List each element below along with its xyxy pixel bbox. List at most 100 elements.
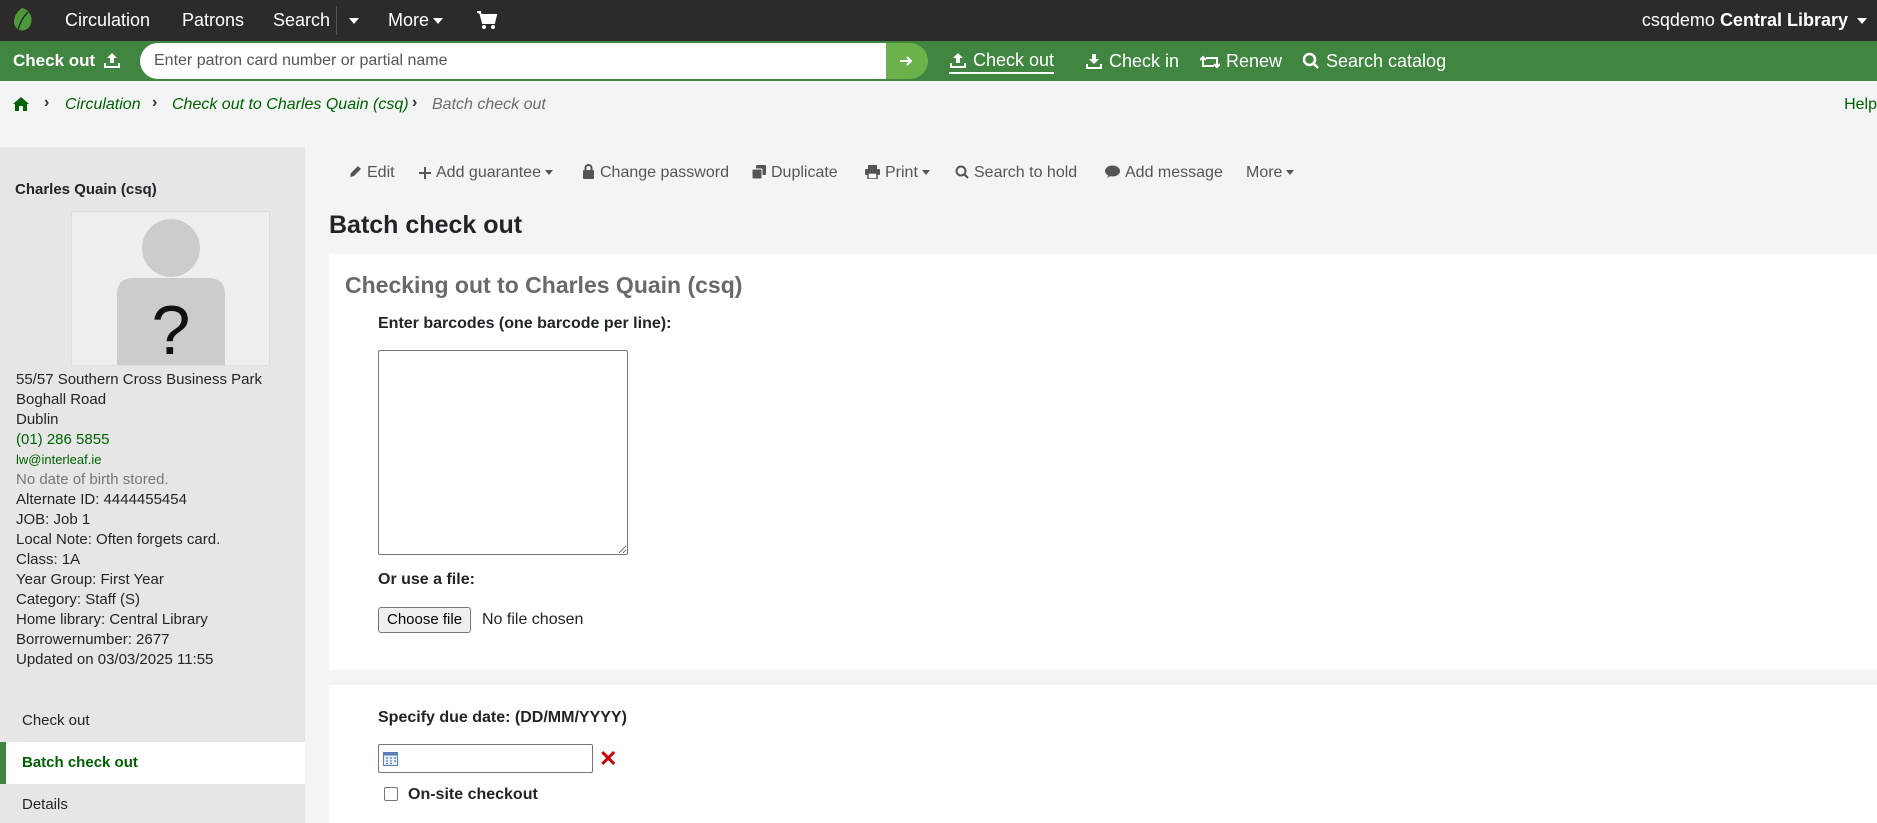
search-to-hold-button[interactable]: Search to hold: [955, 164, 1077, 182]
due-date-input[interactable]: [378, 744, 593, 773]
tool-renew-label: Renew: [1226, 51, 1283, 71]
patron-search-input[interactable]: [154, 43, 874, 79]
onsite-checkout-label[interactable]: On-site checkout: [408, 786, 538, 804]
svg-text:?: ?: [152, 291, 191, 366]
search-icon: [955, 165, 969, 179]
choose-file-button[interactable]: Choose file: [378, 607, 472, 633]
sidebar-item-check-out[interactable]: Check out: [0, 700, 305, 742]
patron-updated: Updated on 03/03/2025 11:55: [16, 651, 214, 668]
comment-icon: [1105, 165, 1120, 178]
tool-search-catalog[interactable]: Search catalog: [1302, 41, 1446, 81]
user-name: csqdemo: [1641, 10, 1715, 30]
search-icon: [1302, 52, 1319, 69]
search-to-hold-label: Search to hold: [974, 164, 1078, 181]
download-icon: [1086, 54, 1102, 69]
sidebar-item-batch-check-out[interactable]: Batch check out: [0, 742, 305, 784]
duplicate-label: Duplicate: [771, 164, 838, 181]
calendar-icon[interactable]: [383, 751, 398, 766]
patron-dob: No date of birth stored.: [16, 471, 169, 488]
patron-email[interactable]: lw@interleaf.ie: [16, 450, 262, 470]
more-label: More: [1246, 164, 1283, 181]
change-password-button[interactable]: Change password: [582, 164, 729, 182]
add-guarantee-button[interactable]: Add guarantee: [419, 164, 553, 182]
patron-sidebar: Charles Quain (csq) ? 55/57 Southern Cro…: [0, 147, 305, 823]
barcodes-textarea[interactable]: [378, 350, 628, 555]
patron-class: Class: 1A: [16, 551, 81, 568]
tool-search-catalog-label: Search catalog: [1326, 51, 1447, 71]
sidebar-menu: Check out Batch check out Details: [0, 700, 305, 823]
checkout-bar-label: Check out: [13, 51, 96, 70]
help-link[interactable]: Help: [1844, 96, 1877, 114]
home-icon[interactable]: [12, 96, 30, 112]
retweet-icon: [1199, 55, 1221, 69]
patron-local-note: Local Note: Often forgets card.: [16, 531, 221, 548]
due-date-label: Specify due date: (DD/MM/YYYY): [378, 709, 627, 726]
plus-icon: [419, 167, 431, 179]
more-button[interactable]: More: [1246, 164, 1295, 182]
patron-city: Dublin: [16, 411, 59, 428]
nav-divider: [336, 6, 337, 35]
chevron-down-icon: [1857, 18, 1867, 25]
arrow-right-icon: [900, 56, 913, 66]
patron-name: Charles Quain (csq): [15, 181, 157, 198]
patron-search-submit-button[interactable]: [886, 43, 928, 79]
patron-phone[interactable]: (01) 286 5855: [16, 430, 262, 450]
breadcrumb-separator: ›: [44, 94, 50, 111]
nav-patrons[interactable]: Patrons: [182, 0, 244, 41]
patron-alt-id: Alternate ID: 4444455454: [16, 491, 187, 508]
add-message-button[interactable]: Add message: [1105, 164, 1223, 182]
chevron-down-icon: [349, 18, 359, 25]
copy-icon: [751, 165, 766, 180]
patron-job: JOB: Job 1: [16, 511, 91, 528]
patron-home-library: Home library: Central Library: [16, 611, 208, 628]
breadcrumb-checkout-patron[interactable]: Check out to Charles Quain (csq): [172, 96, 409, 114]
tool-check-in[interactable]: Check in: [1085, 41, 1179, 81]
edit-label: Edit: [367, 164, 395, 181]
checking-out-heading: Checking out to Charles Quain (csq): [345, 272, 743, 298]
patron-photo[interactable]: ?: [71, 211, 270, 366]
chevron-down-icon: [433, 18, 444, 25]
nav-more[interactable]: More: [388, 0, 444, 41]
onsite-checkout-checkbox[interactable]: [384, 787, 398, 801]
chevron-down-icon: [921, 170, 930, 176]
upload-icon: [950, 53, 966, 68]
nav-circulation[interactable]: Circulation: [65, 0, 150, 41]
clear-date-icon[interactable]: ✕: [599, 744, 617, 773]
change-password-label: Change password: [600, 164, 729, 181]
print-button[interactable]: Print: [865, 164, 930, 182]
due-date-panel: Specify due date: (DD/MM/YYYY) ✕ On-site…: [329, 685, 1877, 823]
nav-more-label: More: [388, 10, 430, 30]
nav-search[interactable]: Search: [273, 0, 330, 41]
chevron-down-icon: [544, 170, 553, 176]
patron-year-group: Year Group: First Year: [16, 571, 164, 588]
tool-check-out-label: Check out: [973, 50, 1055, 70]
patron-address2: Boghall Road: [16, 391, 107, 408]
print-label: Print: [885, 164, 918, 181]
barcodes-panel: Checking out to Charles Quain (csq) Ente…: [329, 254, 1877, 670]
tool-check-out[interactable]: Check out: [949, 41, 1055, 74]
top-navbar: Circulation Patrons Search More csqdemo …: [0, 0, 1877, 41]
unknown-person-icon: ?: [117, 219, 225, 366]
cart-icon[interactable]: [476, 10, 498, 30]
tool-renew[interactable]: Renew: [1199, 41, 1283, 81]
chevron-down-icon: [1286, 170, 1295, 176]
duplicate-button[interactable]: Duplicate: [751, 164, 838, 182]
user-menu[interactable]: csqdemo Central Library: [1642, 0, 1867, 41]
patron-info: 55/57 Southern Cross Business Park Bogha…: [16, 370, 262, 670]
patron-search-wrap: [140, 43, 886, 79]
breadcrumb: › Circulation › Check out to Charles Qua…: [0, 81, 1877, 129]
sidebar-item-details[interactable]: Details: [0, 784, 305, 823]
patron-category: Category: Staff (S): [16, 591, 140, 608]
breadcrumb-separator: ›: [152, 94, 158, 111]
upload-icon: [104, 53, 120, 68]
add-message-label: Add message: [1125, 164, 1223, 181]
patron-address1: 55/57 Southern Cross Business Park: [16, 371, 262, 388]
page-title: Batch check out: [329, 211, 523, 239]
edit-button[interactable]: Edit: [348, 164, 395, 182]
breadcrumb-current: Batch check out: [432, 96, 546, 113]
patron-borrowernumber: Borrowernumber: 2677: [16, 631, 170, 648]
koha-logo-icon[interactable]: [10, 6, 34, 34]
nav-search-dropdown[interactable]: [345, 0, 359, 41]
breadcrumb-circulation[interactable]: Circulation: [65, 96, 141, 114]
printer-icon: [865, 165, 880, 180]
